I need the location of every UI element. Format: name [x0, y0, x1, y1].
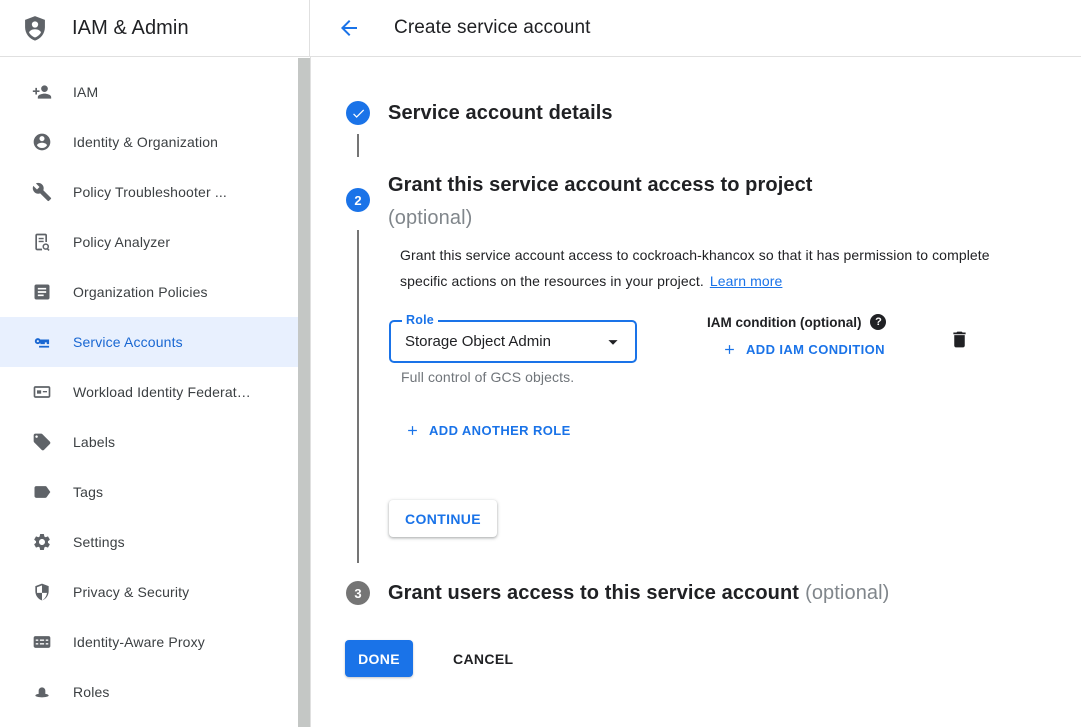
- account-circle-icon: [32, 132, 52, 152]
- step2-optional-label: (optional): [388, 202, 813, 235]
- shield-icon: [32, 582, 52, 602]
- sidebar-item-label: Settings: [73, 534, 125, 550]
- sidebar-item-label: Tags: [73, 484, 103, 500]
- sidebar-item-label: Privacy & Security: [73, 584, 189, 600]
- document-icon: [32, 282, 52, 302]
- add-iam-condition-button[interactable]: ADD IAM CONDITION: [722, 342, 885, 357]
- iam-condition-label-text: IAM condition (optional): [707, 315, 861, 330]
- role-select-value: Storage Object Admin: [405, 333, 551, 350]
- step3-title: Grant users access to this service accou…: [388, 581, 889, 605]
- app-header: IAM & Admin Create service account: [0, 0, 1081, 57]
- sidebar-item-roles[interactable]: Roles: [0, 667, 310, 717]
- sidebar-nav: IAM Identity & Organization Policy Troub…: [0, 57, 311, 727]
- iam-admin-console: IAM & Admin Create service account IAM I…: [0, 0, 1081, 727]
- sidebar-item-policy-troubleshooter[interactable]: Policy Troubleshooter ...: [0, 167, 310, 217]
- learn-more-link[interactable]: Learn more: [710, 273, 783, 289]
- sidebar-item-identity-aware-proxy[interactable]: Identity-Aware Proxy: [0, 617, 310, 667]
- card-icon: [32, 382, 52, 402]
- sidebar-scrollbar[interactable]: [298, 58, 310, 727]
- role-select-label: Role: [402, 313, 438, 327]
- back-button[interactable]: [335, 14, 363, 42]
- step1-title: Service account details: [388, 101, 613, 125]
- policy-analyzer-icon: [32, 232, 52, 252]
- help-icon[interactable]: ?: [870, 314, 886, 330]
- tag-icon: [32, 482, 52, 502]
- sidebar-item-labels[interactable]: Labels: [0, 417, 310, 467]
- step2-number-badge: 2: [346, 188, 370, 212]
- add-iam-condition-label: ADD IAM CONDITION: [746, 342, 885, 357]
- sidebar-item-label: Roles: [73, 684, 110, 700]
- role-helper-text: Full control of GCS objects.: [401, 369, 574, 385]
- iam-condition-label: IAM condition (optional) ?: [707, 314, 886, 330]
- arrow-back-icon: [337, 16, 361, 40]
- cancel-button[interactable]: CANCEL: [445, 640, 521, 677]
- product-header: IAM & Admin: [0, 0, 310, 56]
- sidebar-item-policy-analyzer[interactable]: Policy Analyzer: [0, 217, 310, 267]
- sidebar-item-privacy-security[interactable]: Privacy & Security: [0, 567, 310, 617]
- sidebar-item-label: Identity & Organization: [73, 134, 218, 150]
- iam-admin-shield-icon: [21, 14, 49, 42]
- plus-icon: [405, 423, 420, 438]
- continue-button[interactable]: CONTINUE: [389, 500, 497, 537]
- person-add-icon: [32, 82, 52, 102]
- step2-title-text: Grant this service account access to pro…: [388, 169, 813, 202]
- product-name: IAM & Admin: [72, 17, 189, 40]
- gear-icon: [32, 532, 52, 552]
- page-title: Create service account: [394, 17, 591, 39]
- label-icon: [32, 432, 52, 452]
- add-another-role-button[interactable]: ADD ANOTHER ROLE: [405, 423, 571, 438]
- page-header: Create service account: [310, 0, 1081, 56]
- sidebar-item-organization-policies[interactable]: Organization Policies: [0, 267, 310, 317]
- sidebar-item-workload-identity-federation[interactable]: Workload Identity Federat…: [0, 367, 310, 417]
- sidebar-item-service-accounts[interactable]: Service Accounts: [0, 317, 310, 367]
- key-icon: [32, 332, 52, 352]
- sidebar-item-settings[interactable]: Settings: [0, 517, 310, 567]
- sidebar-item-label: Workload Identity Federat…: [73, 384, 251, 400]
- sidebar-item-label: Policy Troubleshooter ...: [73, 184, 227, 200]
- step-connector-line: [357, 134, 359, 157]
- sidebar-item-identity-organization[interactable]: Identity & Organization: [0, 117, 310, 167]
- wrench-icon: [32, 182, 52, 202]
- step3-optional-label: (optional): [805, 582, 889, 604]
- sidebar-item-label: Organization Policies: [73, 284, 208, 300]
- sidebar-item-label: IAM: [73, 84, 98, 100]
- sidebar-item-tags[interactable]: Tags: [0, 467, 310, 517]
- sidebar-item-iam[interactable]: IAM: [0, 67, 310, 117]
- step2-description: Grant this service account access to coc…: [400, 243, 992, 294]
- step3-title-text: Grant users access to this service accou…: [388, 582, 799, 604]
- create-service-account-form: Service account details 2 Grant this ser…: [311, 57, 1081, 727]
- step3-number-badge: 3: [346, 581, 370, 605]
- sidebar-item-label: Labels: [73, 434, 115, 450]
- step1-completed-check-icon: [346, 101, 370, 125]
- dropdown-arrow-icon: [602, 331, 624, 353]
- hat-icon: [32, 682, 52, 702]
- delete-role-button[interactable]: [946, 326, 972, 352]
- done-button[interactable]: DONE: [345, 640, 413, 677]
- plus-icon: [722, 342, 737, 357]
- add-another-role-label: ADD ANOTHER ROLE: [429, 423, 571, 438]
- sidebar-item-label: Identity-Aware Proxy: [73, 634, 205, 650]
- proxy-icon: [32, 632, 52, 652]
- step-connector-line: [357, 230, 359, 563]
- role-select[interactable]: Role Storage Object Admin: [389, 320, 637, 363]
- step2-title: Grant this service account access to pro…: [388, 169, 813, 235]
- sidebar-item-label: Policy Analyzer: [73, 234, 170, 250]
- sidebar-item-label: Service Accounts: [73, 334, 183, 350]
- step3-number: 3: [354, 586, 361, 601]
- step2-number: 2: [354, 193, 361, 208]
- trash-icon: [949, 329, 970, 350]
- step2-description-text: Grant this service account access to coc…: [400, 247, 990, 289]
